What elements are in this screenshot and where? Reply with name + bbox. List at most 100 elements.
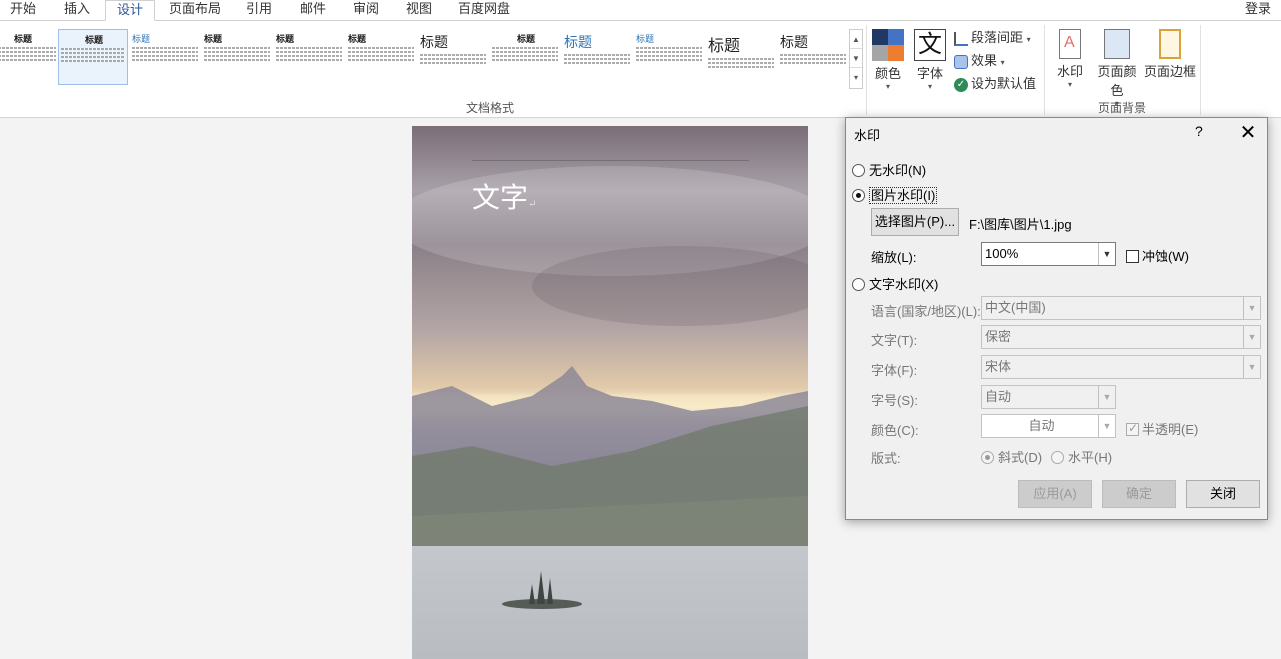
horizontal-label: 水平(H) bbox=[1068, 450, 1113, 465]
tab-design[interactable]: 设计 bbox=[105, 0, 155, 21]
help-icon[interactable]: ? bbox=[1195, 123, 1203, 139]
chevron-down-icon[interactable]: ▼ bbox=[1098, 386, 1115, 408]
text-watermark-option[interactable]: 文字水印(X) bbox=[852, 274, 938, 293]
language-value: 中文(中国) bbox=[985, 300, 1046, 315]
page-border-button[interactable]: 页面边框 bbox=[1144, 29, 1196, 80]
style-set-item[interactable]: 标题 bbox=[778, 29, 848, 85]
checkbox[interactable] bbox=[1126, 421, 1139, 436]
page-color-label: 页面颜色 bbox=[1097, 64, 1137, 98]
ribbon-divider bbox=[1200, 25, 1201, 115]
header-rule bbox=[472, 160, 749, 161]
login-link[interactable]: 登录 bbox=[1245, 0, 1271, 18]
gallery-more-icon[interactable]: ▾ bbox=[850, 68, 862, 87]
text-combo[interactable]: 保密 ▼ bbox=[981, 325, 1261, 349]
language-combo[interactable]: 中文(中国) ▼ bbox=[981, 296, 1261, 320]
fonts-icon: 文 bbox=[914, 29, 946, 61]
radio-button[interactable] bbox=[852, 278, 865, 291]
set-default-button[interactable]: ✓ 设为默认值 bbox=[954, 73, 1036, 95]
watermark-dialog: 水印 ? ✕ 无水印(N) 图片水印(I) 选择图片(P)... F:\图库\图… bbox=[845, 117, 1268, 520]
tab-view[interactable]: 视图 bbox=[396, 0, 442, 21]
picture-watermark-label: 图片水印(I) bbox=[869, 187, 938, 204]
palette-icon bbox=[872, 29, 904, 61]
chevron-down-icon: ▾ bbox=[1000, 58, 1005, 67]
size-value: 自动 bbox=[985, 389, 1012, 404]
effects-button[interactable]: 效果 ▾ bbox=[954, 50, 1005, 72]
chevron-down-icon[interactable]: ▼ bbox=[1098, 415, 1115, 437]
radio-button[interactable] bbox=[852, 189, 865, 202]
style-set-item[interactable]: 标题 bbox=[202, 29, 272, 85]
semi-transparent-checkbox[interactable]: 半透明(E) bbox=[1126, 419, 1198, 438]
font-label: 字体(F): bbox=[871, 363, 918, 378]
page-color-button[interactable]: 页面颜色 ▾ bbox=[1092, 29, 1142, 108]
close-button[interactable]: 关闭 bbox=[1186, 480, 1260, 508]
chevron-down-icon[interactable]: ▼ bbox=[1243, 356, 1260, 378]
ok-button[interactable]: 确定 bbox=[1102, 480, 1176, 508]
tab-page-layout[interactable]: 页面布局 bbox=[162, 0, 228, 21]
size-combo[interactable]: 自动 ▼ bbox=[981, 385, 1116, 409]
paragraph-spacing-label: 段落间距 bbox=[971, 30, 1024, 45]
text-value: 保密 bbox=[985, 329, 1012, 344]
radio-button[interactable] bbox=[852, 164, 865, 177]
paragraph-spacing-button[interactable]: 段落间距 ▾ bbox=[954, 27, 1031, 49]
document-text[interactable]: 文字↵ bbox=[472, 176, 536, 216]
diagonal-option[interactable]: 斜式(D) bbox=[981, 447, 1042, 466]
semi-transparent-label: 半透明(E) bbox=[1142, 422, 1199, 437]
washout-checkbox[interactable]: 冲蚀(W) bbox=[1126, 246, 1189, 265]
tab-baidu-netdisk[interactable]: 百度网盘 bbox=[452, 0, 516, 21]
gallery-scroll: ▲ ▼ ▾ bbox=[849, 29, 863, 89]
washout-label: 冲蚀(W) bbox=[1142, 249, 1189, 264]
paragraph-mark: ↵ bbox=[528, 199, 537, 210]
style-set-item[interactable]: 标题 bbox=[418, 29, 488, 85]
style-set-item[interactable]: 标题 bbox=[0, 29, 58, 85]
style-set-item[interactable]: 标题 bbox=[130, 29, 200, 85]
theme-fonts-button[interactable]: 文 字体 ▾ bbox=[912, 29, 948, 91]
style-set-item[interactable]: 标题 bbox=[634, 29, 704, 85]
watermark-image-mountains bbox=[412, 366, 808, 556]
color-value: 自动 bbox=[1028, 418, 1055, 433]
dialog-title: 水印 bbox=[854, 128, 881, 143]
style-set-item[interactable]: 标题 bbox=[490, 29, 560, 85]
color-combo[interactable]: 自动 ▼ bbox=[981, 414, 1116, 438]
horizontal-option[interactable]: 水平(H) bbox=[1051, 447, 1112, 466]
select-picture-button[interactable]: 选择图片(P)... bbox=[871, 208, 959, 236]
tab-mailings[interactable]: 邮件 bbox=[290, 0, 336, 21]
gallery-scroll-down-icon[interactable]: ▼ bbox=[850, 49, 862, 68]
theme-colors-button[interactable]: 颜色 ▾ bbox=[870, 29, 906, 91]
chevron-down-icon: ▾ bbox=[885, 82, 890, 91]
document-body-text: 文字 bbox=[472, 181, 529, 214]
diagonal-label: 斜式(D) bbox=[998, 450, 1043, 465]
style-set-item[interactable]: 标题 bbox=[562, 29, 632, 85]
gallery-scroll-up-icon[interactable]: ▲ bbox=[850, 30, 862, 49]
style-set-item[interactable]: 标题 bbox=[58, 29, 128, 85]
font-combo[interactable]: 宋体 ▼ bbox=[981, 355, 1261, 379]
style-set-item[interactable]: 标题 bbox=[274, 29, 344, 85]
chevron-down-icon[interactable]: ▼ bbox=[1243, 297, 1260, 319]
text-watermark-label: 文字水印(X) bbox=[869, 277, 939, 292]
close-icon[interactable]: ✕ bbox=[1236, 120, 1260, 145]
style-set-item[interactable]: 标题 bbox=[346, 29, 416, 85]
document-page[interactable]: 文字↵ bbox=[412, 126, 808, 659]
layout-label: 版式: bbox=[871, 451, 901, 466]
radio-button[interactable] bbox=[981, 451, 994, 464]
ribbon: 标题 标题 标题 标题 标题 标题 标题 标题 标题 标题 标题 标题 ▲ ▼ … bbox=[0, 20, 1281, 118]
scale-combo[interactable]: 100% ▼ bbox=[981, 242, 1116, 266]
font-value: 宋体 bbox=[985, 359, 1012, 374]
tab-insert[interactable]: 插入 bbox=[52, 0, 102, 21]
color-label: 颜色(C): bbox=[871, 423, 919, 438]
tab-references[interactable]: 引用 bbox=[236, 0, 282, 21]
checkbox[interactable] bbox=[1126, 250, 1139, 263]
scale-label: 缩放(L): bbox=[871, 250, 917, 265]
chevron-down-icon[interactable]: ▼ bbox=[1243, 326, 1260, 348]
size-label: 字号(S): bbox=[871, 393, 918, 408]
radio-button[interactable] bbox=[1051, 451, 1064, 464]
watermark-image-cloud bbox=[532, 246, 808, 326]
picture-watermark-option[interactable]: 图片水印(I) bbox=[852, 185, 938, 204]
tab-home[interactable]: 开始 bbox=[0, 0, 46, 21]
watermark-button[interactable]: A 水印 ▾ bbox=[1054, 29, 1086, 89]
style-set-item[interactable]: 标题 bbox=[706, 29, 776, 85]
no-watermark-option[interactable]: 无水印(N) bbox=[852, 160, 926, 179]
picture-path: F:\图库\图片\1.jpg bbox=[969, 217, 1072, 232]
tab-review[interactable]: 审阅 bbox=[343, 0, 389, 21]
chevron-down-icon[interactable]: ▼ bbox=[1098, 243, 1115, 265]
apply-button[interactable]: 应用(A) bbox=[1018, 480, 1092, 508]
